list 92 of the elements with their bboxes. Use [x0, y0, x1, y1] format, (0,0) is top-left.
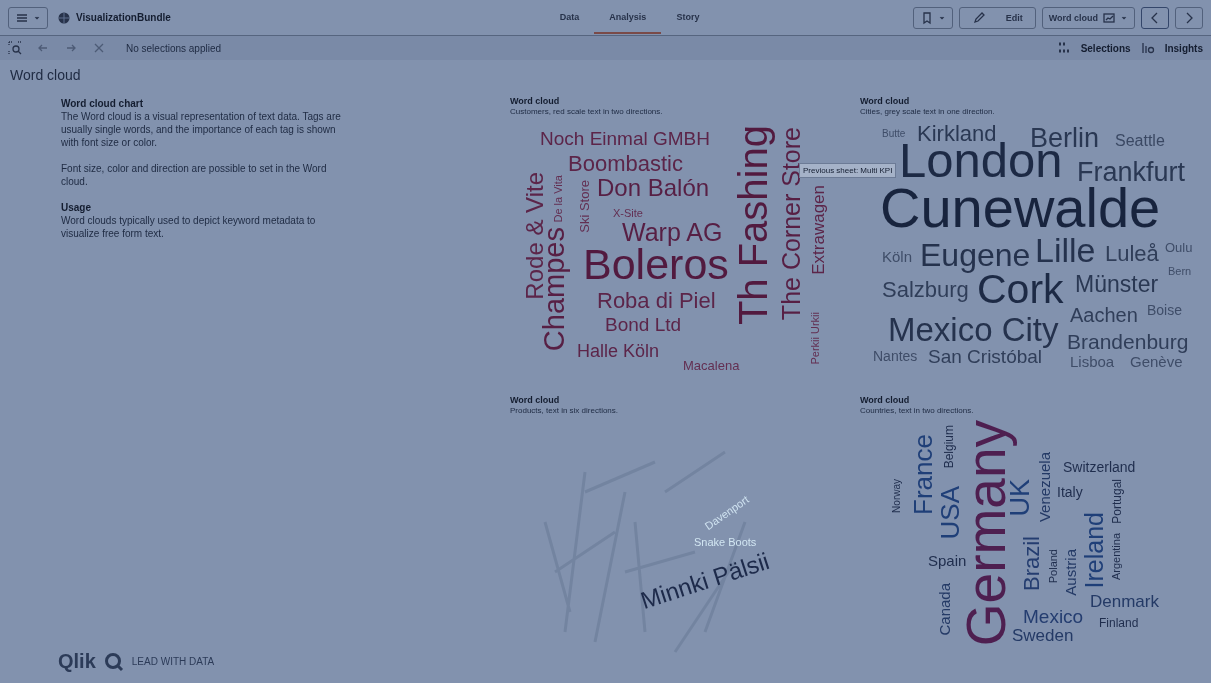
cloud-word: Luleå	[1105, 243, 1159, 265]
nav-tab[interactable]: Analysis	[594, 1, 662, 34]
chart-subtitle: Customers, red scale text in two directions.	[510, 107, 664, 116]
cloud-word: Genève	[1130, 354, 1183, 369]
cloud-word: Kirkland	[917, 123, 997, 145]
cloud-word: Boise	[1147, 303, 1183, 317]
cloud-word: Warp AG	[622, 220, 723, 245]
cloud-word: X-Site	[613, 208, 643, 219]
chart-subtitle: Products, text in six directions.	[510, 406, 620, 415]
chart-title: Word cloud	[860, 96, 911, 106]
chart-title: Word cloud	[860, 395, 911, 405]
cloud-word: Austria	[1063, 549, 1078, 596]
cloud-word: Venezuela	[1037, 452, 1052, 523]
nav-tab[interactable]: Story	[661, 1, 715, 34]
cloud-word: Köln	[882, 249, 913, 264]
sheet-title: Word cloud	[9, 66, 82, 85]
cloud-word: Butte	[882, 129, 906, 139]
pencil-icon	[971, 10, 986, 25]
cloud-word: Portugal	[1111, 479, 1123, 524]
cloud-word: Aachen	[1070, 305, 1138, 325]
cloud-word: De la Vita	[553, 175, 564, 223]
cloud-word: Ireland	[1082, 512, 1107, 589]
insights-icon	[1140, 41, 1155, 55]
cloud-word: Salzburg	[882, 279, 969, 301]
bookmark-button[interactable]	[912, 6, 953, 29]
cloud-word: Noch Einmal GMBH	[540, 129, 710, 148]
cloud-word: Münster	[1075, 273, 1159, 296]
sheet-dropdown[interactable]: Word cloud	[1041, 6, 1135, 29]
cloud-word: Bern	[1168, 266, 1192, 277]
logo-text: Qlik	[58, 650, 96, 673]
cloud-word: Belgium	[943, 425, 955, 469]
clear-icon	[92, 41, 106, 55]
cloud-word: Halle Köln	[577, 342, 660, 360]
insights-button[interactable]: Insights	[1164, 42, 1203, 54]
chart-subtitle: Cities, grey scale text in one direction.	[860, 107, 996, 116]
text-paragraph: The Word cloud is a visual representation of text data. Tags are usually single words, and the importance of each tag is shown with font size or color.	[61, 110, 341, 149]
cloud-word: Mexico	[1023, 607, 1084, 626]
cloud-word: Norway	[892, 479, 902, 513]
globe-icon	[58, 11, 70, 24]
search-icon	[8, 41, 22, 55]
previous-sheet-button[interactable]	[1141, 6, 1169, 29]
cloud-word: Macalena	[683, 359, 740, 372]
cloud-word: Canada	[937, 583, 952, 636]
cloud-word: Eugene	[920, 239, 1031, 271]
cloud-word: Italy	[1057, 485, 1083, 499]
cloud-word: France	[910, 434, 936, 515]
cloud-word: Oulu	[1165, 241, 1193, 254]
tagline: LEAD WITH DATA	[131, 656, 215, 667]
text-heading: Usage	[61, 201, 92, 214]
cloud-word: Seattle	[1115, 133, 1165, 149]
chart-icon	[1102, 10, 1116, 25]
cloud-word: Denmark	[1090, 593, 1159, 610]
cloud-word: Brandenburg	[1067, 331, 1189, 352]
cloud-word: USA	[937, 486, 963, 540]
cloud-word: Boombastic	[568, 153, 683, 175]
cloud-word: Bond Ltd	[605, 315, 682, 334]
cloud-word: Brazil	[1021, 536, 1043, 591]
cloud-word: Lisboa	[1070, 354, 1115, 369]
nav-tab[interactable]: Data	[544, 1, 595, 34]
cloud-word: Don Balón	[597, 176, 710, 200]
cloud-word: Roba di Piel	[597, 290, 716, 312]
chart-subtitle: Countries, text in two directions.	[860, 406, 975, 415]
chart-title: Word cloud	[510, 96, 561, 106]
tooltip: Previous sheet: Multi KPI	[799, 163, 897, 178]
cloud-word: Spain	[928, 553, 967, 568]
text-paragraph: Font size, color and direction are possible to set in the Word cloud.	[61, 162, 328, 188]
cloud-word: Th Fashing	[733, 125, 773, 326]
app-name: VisualizationBundle	[76, 12, 171, 23]
cloud-word: Nantes	[873, 349, 918, 363]
cloud-word: Minnki Pälsii	[637, 549, 773, 613]
chart-title: Word cloud	[510, 395, 561, 405]
logo-q-icon	[103, 651, 124, 672]
cloud-word: Switzerland	[1063, 460, 1136, 474]
next-sheet-button[interactable]	[1175, 6, 1203, 29]
menu-button[interactable]	[8, 6, 48, 29]
cloud-word: Snake Boots	[694, 537, 757, 548]
cloud-word: Mexico City	[888, 313, 1059, 346]
cloud-word: Argentina	[1111, 533, 1122, 581]
cloud-word: Lille	[1035, 233, 1096, 267]
cloud-word: San Cristóbal	[928, 347, 1043, 366]
selection-status: No selections applied	[126, 42, 222, 54]
cloud-word: Ski Store	[578, 180, 591, 233]
cloud-word: Cork	[977, 269, 1064, 310]
cloud-word: Extrawagen	[810, 185, 827, 275]
cloud-word: Poland	[1048, 549, 1059, 584]
text-paragraph: Word clouds typically used to depict keyword metadata to visualize free form text.	[61, 214, 317, 240]
cloud-word: Finland	[1099, 617, 1139, 629]
selections-button[interactable]: Selections	[1080, 42, 1131, 54]
text-heading: Word cloud chart	[61, 97, 145, 110]
cloud-word: Perkii Urkii	[810, 312, 821, 365]
selections-icon	[1056, 41, 1071, 55]
edit-button[interactable]: Edit	[958, 6, 1036, 29]
